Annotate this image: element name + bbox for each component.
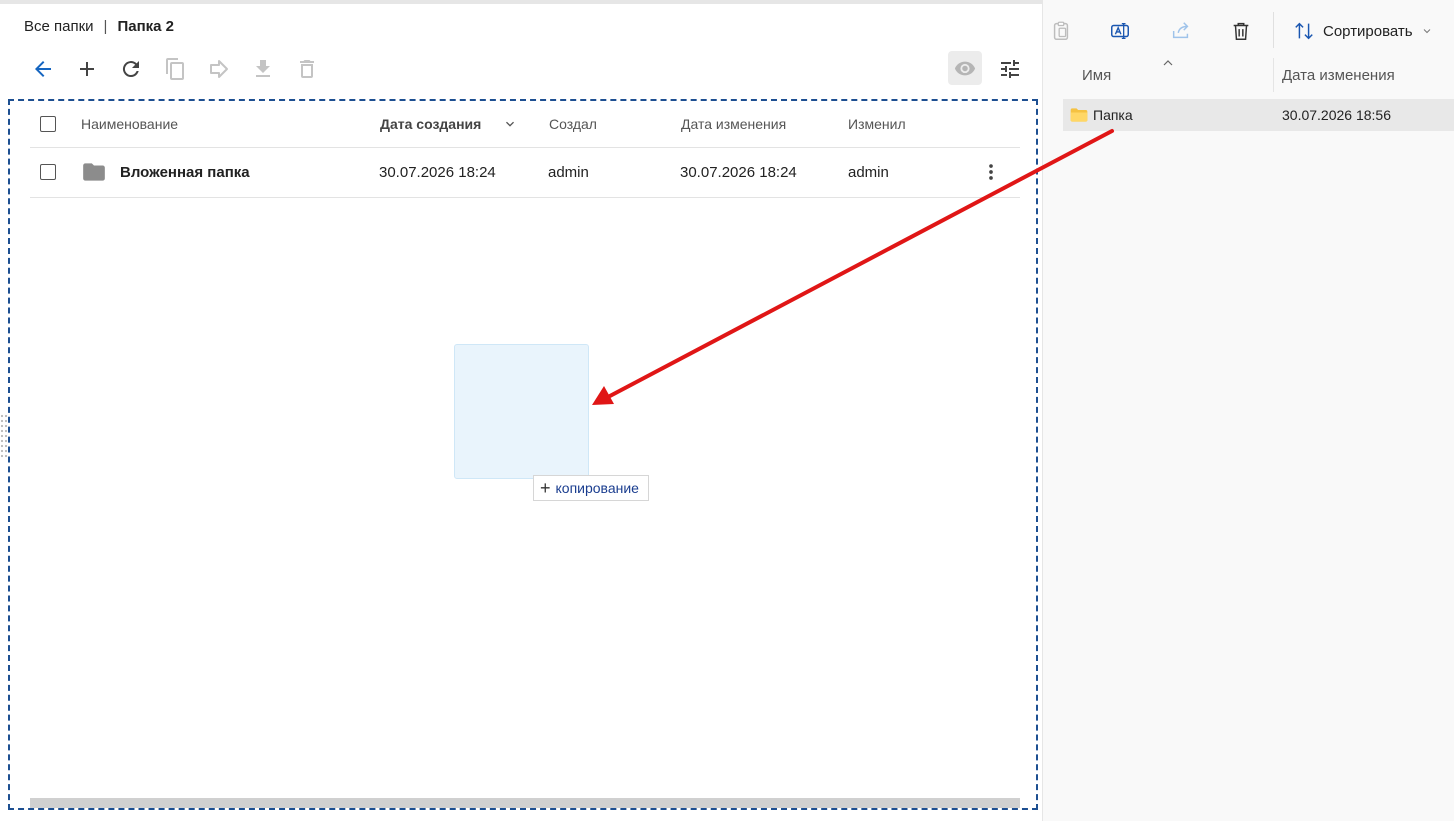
refresh-icon	[122, 61, 139, 78]
download-button[interactable]	[248, 54, 278, 84]
more-vertical-icon	[989, 164, 993, 180]
row-modified-by: admin	[848, 163, 889, 181]
grid-header: Наименование Дата создания Создал Дата и…	[30, 101, 1020, 148]
drop-zone[interactable]: Наименование Дата создания Создал Дата и…	[8, 99, 1038, 810]
toolbar-divider	[1273, 12, 1274, 48]
folder-icon	[1069, 99, 1089, 131]
column-header-modified[interactable]: Дата изменения	[681, 101, 786, 147]
sort-button[interactable]: Сортировать	[1293, 18, 1433, 44]
column-header-name[interactable]: Наименование	[81, 101, 178, 147]
trash-icon	[1233, 22, 1249, 40]
sort-arrows-icon	[1295, 22, 1313, 40]
list-item[interactable]: Папка 30.07.2026 18:56	[1063, 99, 1454, 131]
copy-button[interactable]	[160, 54, 190, 84]
select-all-cell	[40, 101, 56, 147]
row-select-cell	[40, 147, 56, 197]
arrow-back-icon	[35, 61, 51, 77]
column-header-created-by[interactable]: Создал	[549, 101, 597, 147]
move-button[interactable]	[204, 54, 234, 84]
filter-settings-icon	[1001, 60, 1019, 78]
explorer-column-name[interactable]: Имя	[1082, 58, 1111, 92]
chevron-down-icon	[1423, 29, 1430, 34]
plus-icon: +	[540, 478, 551, 498]
view-settings-button[interactable]	[996, 55, 1024, 83]
folder-icon	[81, 147, 107, 197]
rename-icon	[1111, 23, 1129, 39]
copy-icon	[166, 58, 184, 80]
select-all-checkbox[interactable]	[40, 116, 56, 132]
explorer-column-modified[interactable]: Дата изменения	[1282, 58, 1395, 92]
delete-button[interactable]	[1229, 19, 1253, 43]
eye-icon	[954, 61, 976, 76]
row-checkbox[interactable]	[40, 164, 56, 180]
column-header-created[interactable]: Дата создания	[380, 101, 481, 147]
rename-button[interactable]	[1108, 19, 1132, 43]
row-created: 30.07.2026 18:24	[379, 163, 496, 181]
file-explorer-window: Сортировать Имя Дата изменения Папка 30.…	[1042, 0, 1454, 821]
copy-drag-label: копирование	[555, 480, 639, 496]
explorer-column-header: Имя Дата изменения	[1063, 58, 1454, 92]
back-button[interactable]	[28, 54, 58, 84]
preview-toggle-button[interactable]	[948, 51, 982, 85]
delete-icon	[300, 60, 314, 78]
download-icon	[256, 60, 270, 77]
row-name[interactable]: Вложенная папка	[120, 147, 250, 197]
toolbar	[28, 54, 336, 84]
row-more-menu-button[interactable]	[980, 147, 1002, 197]
breadcrumb-current-folder: Папка 2	[117, 18, 174, 35]
paste-button[interactable]	[1049, 19, 1073, 43]
drag-ghost-preview	[454, 344, 589, 479]
refresh-button[interactable]	[116, 54, 146, 84]
row-modified: 30.07.2026 18:24	[680, 163, 797, 181]
copy-drag-badge: + копирование	[533, 475, 649, 501]
horizontal-scrollbar[interactable]	[30, 798, 1020, 808]
sort-button-label: Сортировать	[1323, 22, 1413, 40]
share-button[interactable]	[1169, 19, 1193, 43]
breadcrumb: Все папки | Папка 2	[24, 18, 174, 35]
resize-grip-icon[interactable]	[0, 412, 8, 464]
delete-button[interactable]	[292, 54, 322, 84]
web-file-manager: Все папки | Папка 2 Наименование Дата со…	[0, 4, 1042, 821]
add-icon	[80, 62, 94, 76]
paste-icon	[1053, 21, 1069, 40]
row-created-by: admin	[548, 163, 589, 181]
add-button[interactable]	[72, 54, 102, 84]
sort-desc-chevron-icon[interactable]	[502, 101, 518, 147]
column-separator[interactable]	[1273, 58, 1274, 92]
move-icon	[210, 60, 228, 78]
list-item-name: Папка	[1093, 107, 1133, 123]
table-row[interactable]: Вложенная папка 30.07.2026 18:24 admin 3…	[30, 147, 1020, 198]
sort-caret-up-icon	[1163, 60, 1173, 66]
explorer-toolbar: Сортировать	[1043, 0, 1454, 58]
breadcrumb-separator: |	[103, 18, 108, 35]
list-item-modified: 30.07.2026 18:56	[1282, 107, 1391, 123]
breadcrumb-all-folders[interactable]: Все папки	[24, 18, 94, 35]
column-header-modified-by[interactable]: Изменил	[848, 101, 906, 147]
share-icon	[1172, 22, 1189, 39]
